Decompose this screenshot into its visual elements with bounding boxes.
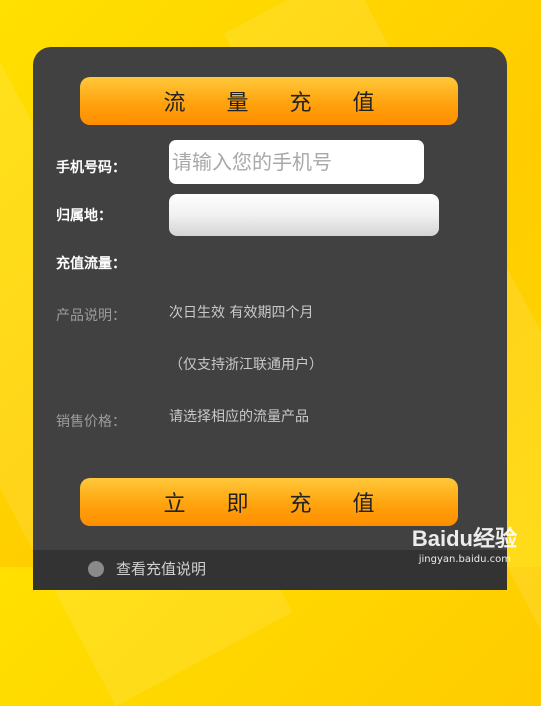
product-desc-line2: （仅支持浙江联通用户）: [169, 357, 323, 373]
baidu-watermark: Baidu经验: [411, 526, 517, 551]
price-label: 销售价格：: [56, 414, 126, 430]
traffic-label: 充值流量：: [56, 256, 126, 272]
help-icon: [88, 561, 104, 577]
region-field: [169, 194, 439, 236]
phone-label: 手机号码：: [56, 160, 126, 176]
product-desc-label: 产品说明：: [56, 308, 126, 324]
help-link[interactable]: 查看充值说明: [116, 558, 206, 579]
price-value: 请选择相应的流量产品: [169, 409, 309, 425]
recharge-panel: 流 量 充 值 手机号码： 归属地： 充值流量： 产品说明： 次日生效 有效期四…: [33, 47, 507, 590]
page-title-banner: 流 量 充 值: [80, 77, 458, 125]
submit-button[interactable]: 立 即 充 值: [80, 478, 458, 526]
region-label: 归属地：: [56, 208, 112, 224]
baidu-watermark-url: jingyan.baidu.com: [418, 554, 511, 565]
phone-input[interactable]: [169, 140, 424, 184]
product-desc-line1: 次日生效 有效期四个月: [169, 305, 314, 321]
